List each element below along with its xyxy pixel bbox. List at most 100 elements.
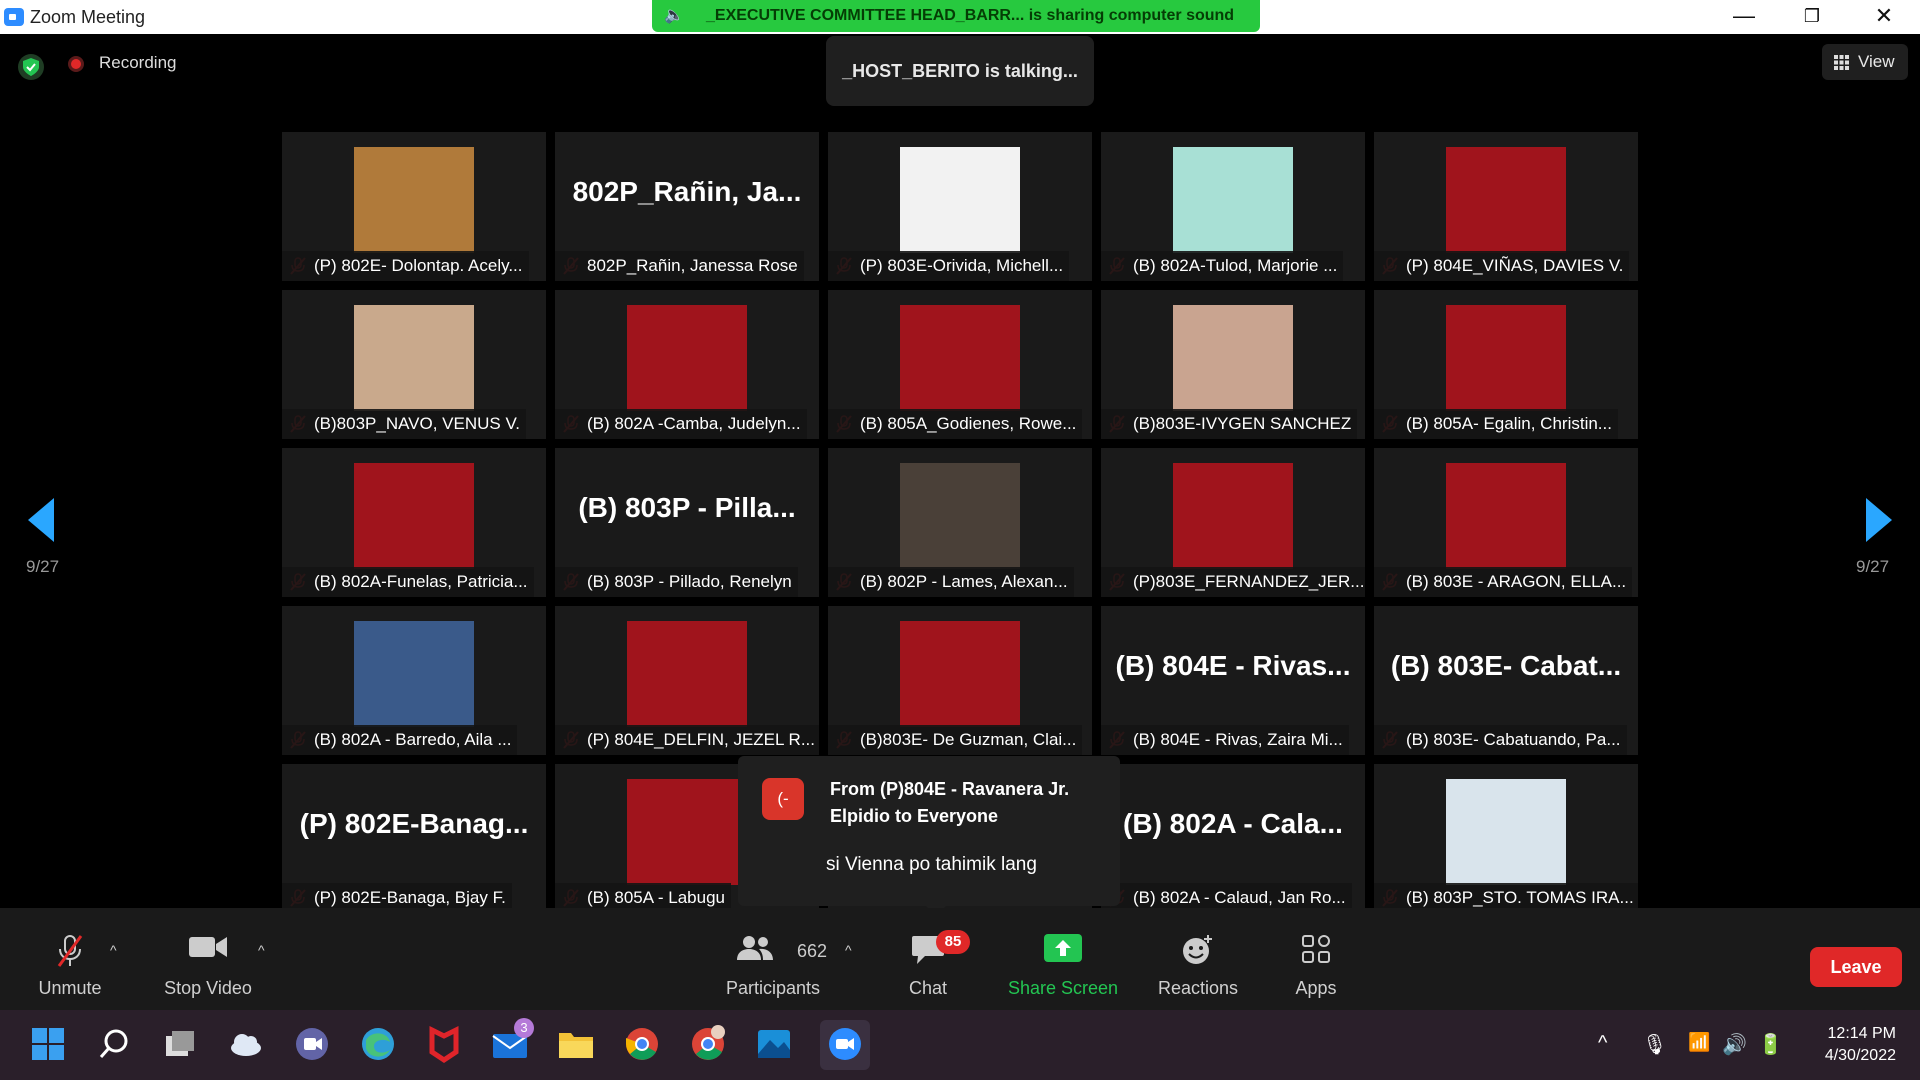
participant-tile[interactable]: (P) 803E-Orivida, Michell... <box>828 132 1092 281</box>
wifi-icon[interactable]: 📶 <box>1688 1032 1710 1053</box>
minimize-button[interactable]: — <box>1716 0 1772 34</box>
participant-video <box>1446 147 1566 253</box>
chat-sender: From (P)804E - Ravanera Jr. Elpidio to E… <box>830 779 1070 826</box>
show-hidden-icons[interactable]: ^ <box>1598 1032 1607 1055</box>
share-screen-icon <box>1044 934 1082 962</box>
participant-tile[interactable]: 802P_Rañin, Ja... 802P_Rañin, Janessa Ros… <box>555 132 819 281</box>
view-button[interactable]: View <box>1822 44 1908 80</box>
participant-name-label: (B)803E- De Guzman, Clai... <box>828 725 1083 755</box>
windows-taskbar: 3 ^ 🎙 📶 🔊 🔋 <box>0 1010 1920 1080</box>
participant-tile[interactable]: (B)803E-IVYGEN SANCHEZ <box>1101 290 1365 439</box>
unmute-button[interactable]: Unmute <box>20 908 120 1010</box>
sender-avatar: (- <box>762 778 804 820</box>
chat-notification-popup[interactable]: (- From (P)804E - Ravanera Jr. Elpidio t… <box>738 756 1120 916</box>
apps-button[interactable]: Apps <box>1276 908 1356 1010</box>
participant-tile[interactable]: (B) 802A - Cala... (B) 802A - Calaud, Jan… <box>1101 764 1365 913</box>
participant-name-label: 802P_Rañin, Janessa Rose <box>555 251 804 281</box>
participant-tile[interactable]: (B) 802A-Funelas, Patricia... <box>282 448 546 597</box>
page-indicator-left: 9/27 <box>26 557 60 576</box>
participant-tile[interactable]: (B) 802P - Lames, Alexan... <box>828 448 1092 597</box>
participant-name-label: (B) 803P - Pillado, Renelyn <box>555 567 798 597</box>
task-view-icon[interactable] <box>160 1024 204 1068</box>
leave-button[interactable]: Leave <box>1810 947 1902 987</box>
audio-options-caret-icon[interactable]: ^ <box>110 942 117 958</box>
participant-tile[interactable]: (B)803P_NAVO, VENUS V. <box>282 290 546 439</box>
video-options-caret-icon[interactable]: ^ <box>258 942 265 958</box>
sharing-sound-banner[interactable]: 🔈 _EXECUTIVE COMMITTEE HEAD_BARR... is s… <box>652 0 1260 32</box>
clock-time: 12:14 PM <box>1827 1025 1896 1042</box>
windows-start-icon[interactable] <box>28 1024 72 1068</box>
volume-icon[interactable]: 🔊 <box>1722 1032 1747 1057</box>
participant-name-label: (B)803E-IVYGEN SANCHEZ <box>1101 409 1358 439</box>
participant-name-label: (B) 802A - Barredo, Aila ... <box>282 725 518 755</box>
participant-tile[interactable]: (B) 805A_Godienes, Rowe... <box>828 290 1092 439</box>
participant-tile[interactable]: (B) 803P - Pilla... (B) 803P - Pillado, R… <box>555 448 819 597</box>
file-explorer-icon[interactable] <box>556 1024 600 1068</box>
participant-tile[interactable]: (P) 802E- Dolontap. Acely... <box>282 132 546 281</box>
share-screen-button[interactable]: Share Screen <box>1000 908 1126 1010</box>
participant-video <box>354 463 474 569</box>
participants-options-caret-icon[interactable]: ^ <box>845 942 852 958</box>
participant-tile[interactable]: (P) 804E_VIÑAS, DAVIES V. <box>1374 132 1638 281</box>
participant-tile[interactable]: (P) 804E_DELFIN, JEZEL R... <box>555 606 819 755</box>
maximize-button[interactable]: ❐ <box>1784 0 1840 34</box>
participant-tile[interactable]: (B) 803E - ARAGON, ELLA... <box>1374 448 1638 597</box>
participant-video <box>900 621 1020 727</box>
participant-video <box>1446 305 1566 411</box>
stop-video-label: Stop Video <box>164 978 252 998</box>
participant-tile[interactable]: (B) 804E - Rivas... (B) 804E - Rivas, Zai… <box>1101 606 1365 755</box>
participant-video <box>1446 779 1566 885</box>
battery-icon[interactable]: 🔋 <box>1758 1032 1783 1057</box>
participants-icon <box>737 936 773 960</box>
participant-tile[interactable]: (B) 802A - Barredo, Aila ... <box>282 606 546 755</box>
participant-display-name: (B) 804E - Rivas... <box>1115 650 1351 681</box>
search-icon[interactable] <box>94 1024 138 1068</box>
chat-label: Chat <box>908 978 948 998</box>
participant-video <box>1173 305 1293 411</box>
participant-tile[interactable]: (P)803E_FERNANDEZ_JER... <box>1101 448 1365 597</box>
chat-unread-badge: 85 <box>936 930 970 954</box>
system-clock[interactable]: 12:14 PM 4/30/2022 <box>1806 1023 1896 1067</box>
participant-name-label: (B) 805A_Godienes, Rowe... <box>828 409 1083 439</box>
participant-video <box>627 779 747 885</box>
photos-icon[interactable] <box>754 1024 798 1068</box>
participant-tile[interactable]: (B) 805A- Egalin, Christin... <box>1374 290 1638 439</box>
participant-name-label: (B) 802P - Lames, Alexan... <box>828 567 1074 597</box>
close-button[interactable]: ✕ <box>1856 0 1912 34</box>
zoom-taskbar-icon[interactable] <box>820 1020 870 1070</box>
chat-button[interactable]: Chat <box>888 908 968 1010</box>
video-camera-icon <box>189 937 227 957</box>
reactions-button[interactable]: Reactions <box>1148 908 1248 1010</box>
participant-tile[interactable]: (B) 803E- Cabat... (B) 803E- Cabatuando, … <box>1374 606 1638 755</box>
participant-video <box>354 147 474 253</box>
grid-icon <box>1834 55 1849 70</box>
participant-name-label: (P) 803E-Orivida, Michell... <box>828 251 1070 281</box>
participant-name-label: (B) 802A-Tulod, Marjorie ... <box>1101 251 1344 281</box>
participant-video <box>354 305 474 411</box>
meeting-toolbar: Unmute ^ Stop Video ^ Participants 662 ^… <box>0 908 1920 1010</box>
participant-name-label: (P)803E_FERNANDEZ_JER... <box>1101 567 1365 597</box>
participant-tile[interactable]: (B) 803P_STO. TOMAS IRA... <box>1374 764 1638 913</box>
participant-name-label: (B) 803E- Cabatuando, Pa... <box>1374 725 1627 755</box>
chrome-icon[interactable] <box>622 1024 666 1068</box>
participant-video <box>354 621 474 727</box>
participant-name-label: (P) 802E- Dolontap. Acely... <box>282 251 529 281</box>
teams-chat-icon[interactable] <box>292 1024 336 1068</box>
mcafee-icon[interactable] <box>424 1024 468 1068</box>
next-page-arrow[interactable] <box>1866 498 1892 542</box>
participant-video <box>1173 147 1293 253</box>
microphone-tray-icon[interactable]: 🎙 <box>1642 1032 1667 1057</box>
edge-browser-icon[interactable] <box>358 1024 402 1068</box>
speaker-icon: 🔈 <box>664 7 684 24</box>
participant-tile[interactable]: (B) 802A-Tulod, Marjorie ... <box>1101 132 1365 281</box>
participant-tile[interactable]: (B) 802A -Camba, Judelyn... <box>555 290 819 439</box>
participant-tile[interactable]: (B)803E- De Guzman, Clai... <box>828 606 1092 755</box>
participant-tile[interactable]: (P) 802E-Banag... (P) 802E-Banaga, Bjay F… <box>282 764 546 913</box>
apps-icon <box>1302 935 1330 963</box>
stop-video-button[interactable]: Stop Video <box>156 908 260 1010</box>
previous-page-arrow[interactable] <box>28 498 54 542</box>
security-shield-icon[interactable] <box>18 54 44 80</box>
weather-icon[interactable] <box>226 1024 270 1068</box>
recording-label[interactable]: Recording <box>99 53 177 73</box>
chrome-profile-icon[interactable] <box>688 1024 732 1068</box>
